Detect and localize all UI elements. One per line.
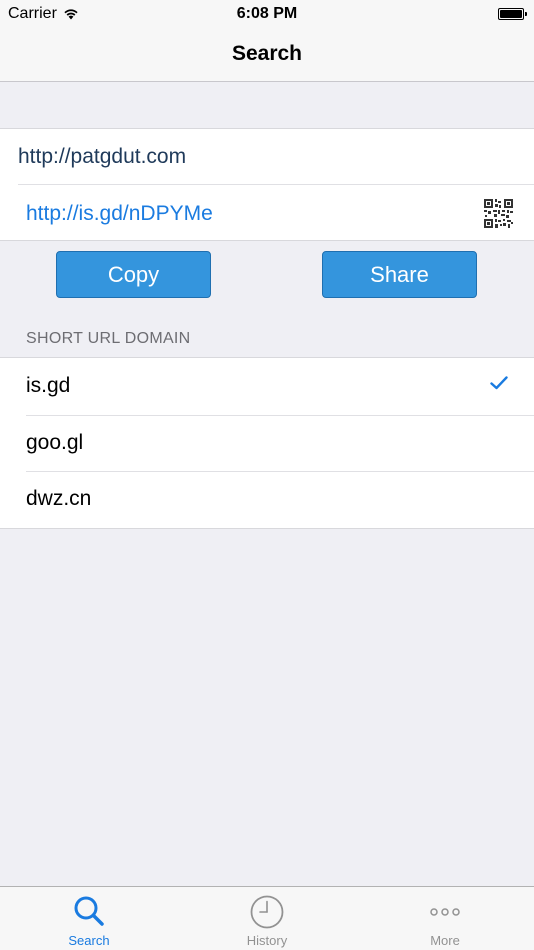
tab-more[interactable]: More (356, 887, 534, 950)
domain-label: dwz.cn (26, 487, 92, 511)
domain-label: goo.gl (26, 430, 84, 454)
tab-label: More (430, 933, 460, 948)
section-header: SHORT URL DOMAIN (26, 330, 191, 347)
domain-label: is.gd (26, 374, 71, 398)
long-url-input[interactable] (18, 145, 498, 169)
share-button[interactable]: Share (322, 251, 477, 298)
tab-search[interactable]: Search (0, 887, 178, 950)
domain-option-goo-gl[interactable]: goo.gl (0, 414, 534, 472)
navigation-bar: Search (0, 28, 534, 82)
page-title: Search (231, 42, 303, 65)
more-dots-icon (430, 908, 460, 916)
url-section: http://is.gd/nDPYMe (0, 128, 534, 241)
short-url-link[interactable]: http://is.gd/nDPYMe (26, 202, 213, 226)
status-time: 6:08 PM (236, 5, 298, 22)
qr-code-icon[interactable] (484, 199, 513, 228)
domain-option-is-gd[interactable]: is.gd (0, 358, 534, 415)
status-bar: Carrier 6:08 PM (0, 0, 534, 28)
app-screen: Carrier 6:08 PM Search http://is.gd/nDPY… (0, 0, 534, 950)
tab-label: History (246, 933, 288, 948)
copy-button[interactable]: Copy (56, 251, 211, 298)
divider (18, 184, 534, 185)
magnifier-icon (74, 896, 104, 926)
clock-icon (250, 895, 284, 929)
tab-label: Search (68, 933, 110, 948)
domain-option-dwz-cn[interactable]: dwz.cn (0, 471, 534, 528)
checkmark-icon (490, 376, 508, 390)
tab-history[interactable]: History (178, 887, 356, 950)
tab-bar: Search History More (0, 886, 534, 950)
battery-icon (498, 8, 527, 20)
domain-list: is.gd goo.gl dwz.cn (0, 357, 534, 529)
